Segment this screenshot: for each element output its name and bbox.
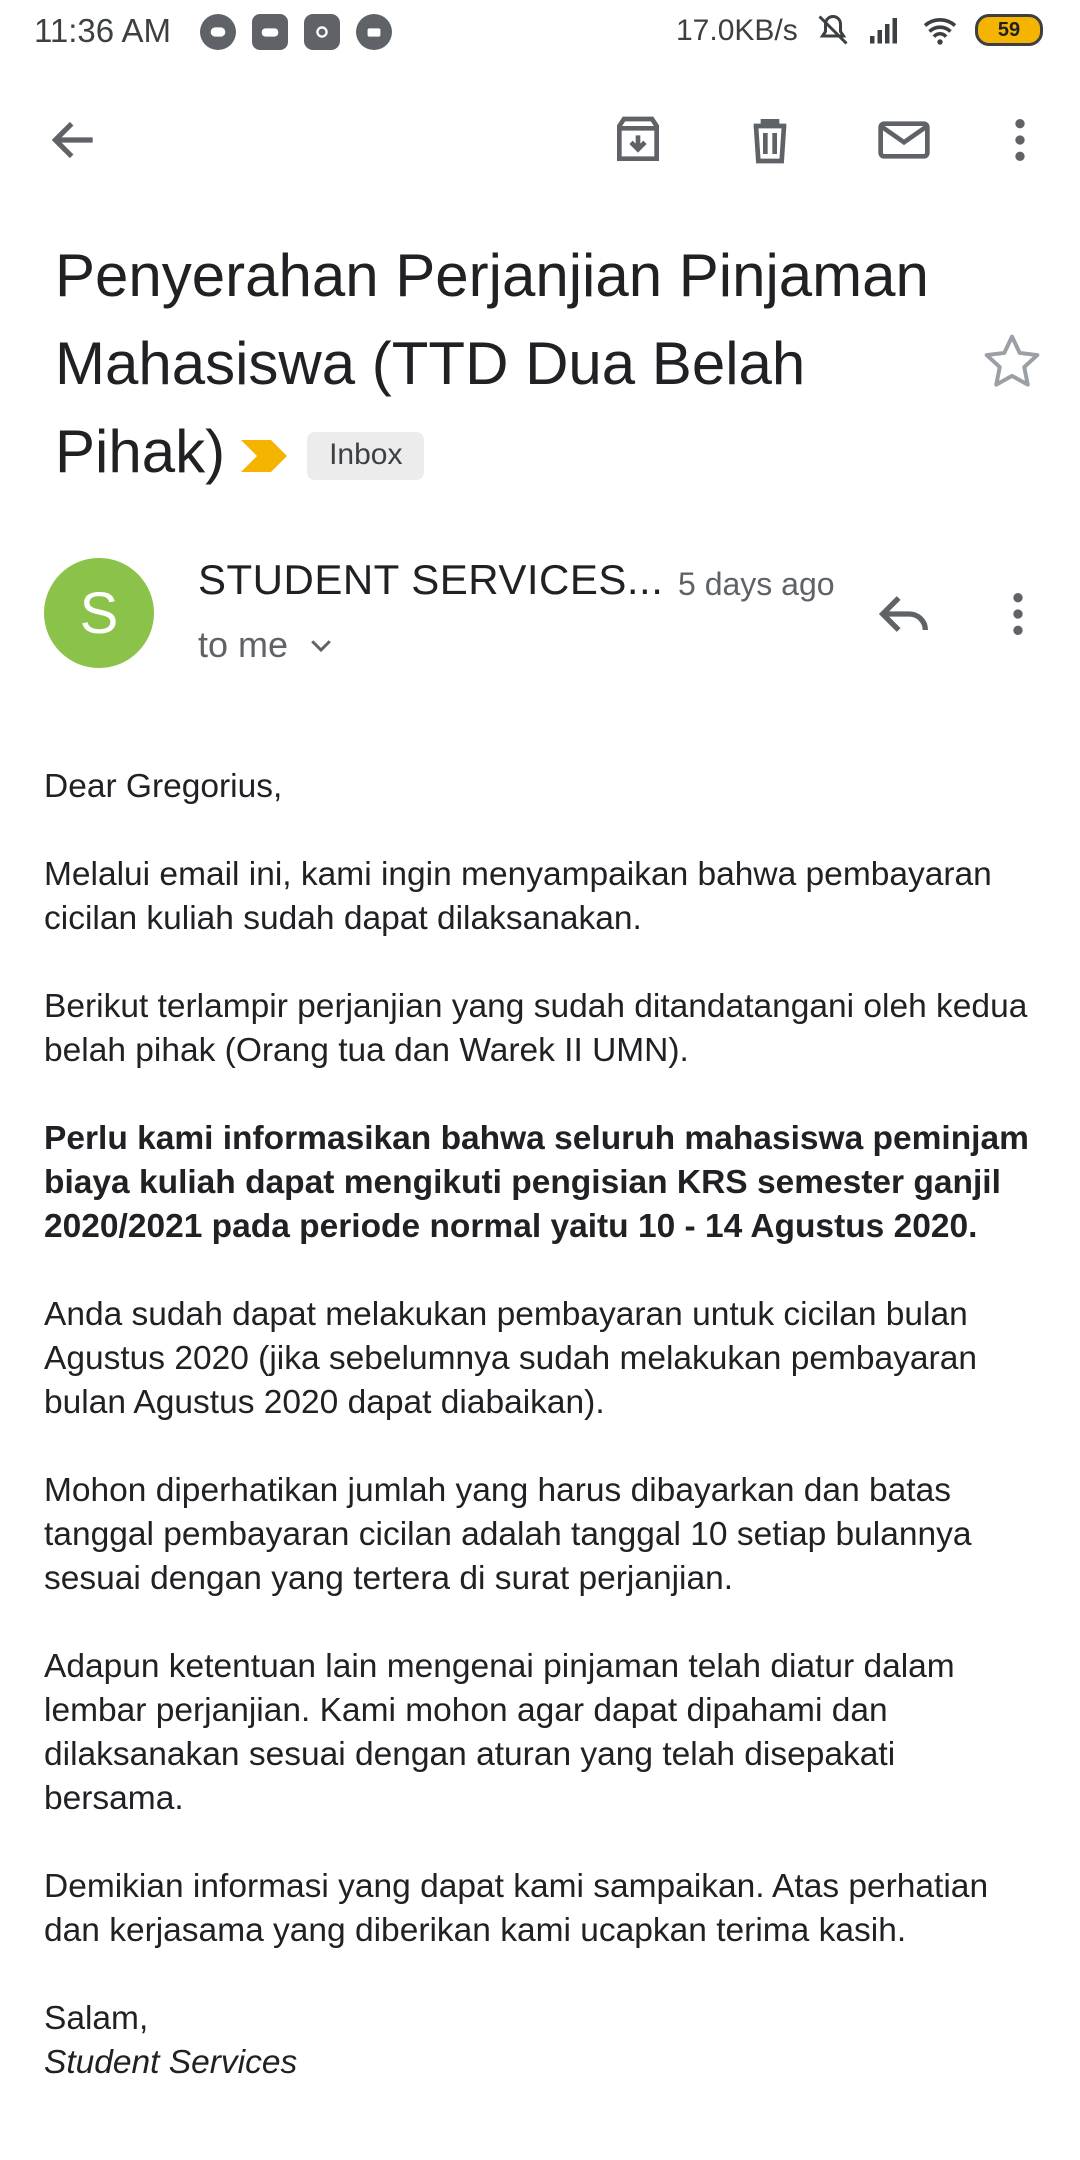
closing: Salam, Student Services (44, 1997, 1044, 2085)
body-paragraph-1: Melalui email ini, kami ingin menyampaik… (44, 856, 992, 937)
network-speed: 17.0KB/s (676, 14, 798, 47)
archive-icon (617, 116, 659, 161)
body-paragraph-6: Adapun ketentuan lain mengenai pinjaman … (44, 1648, 955, 1817)
body-paragraph-2: Berikut terlampir perjanjian yang sudah … (44, 988, 1028, 1069)
mark-unread-button[interactable] (872, 108, 936, 172)
recipient-details-toggle[interactable]: to me (198, 624, 336, 666)
reply-icon (878, 596, 928, 632)
signature: Student Services (44, 2044, 298, 2081)
wifi-icon (923, 18, 957, 45)
sender-name: STUDENT SERVICES... (198, 556, 664, 603)
battery-icon: 59 (975, 14, 1043, 46)
back-button[interactable] (42, 108, 106, 172)
chevron-down-icon (311, 640, 331, 653)
reply-button[interactable] (872, 582, 936, 646)
notification-icons (200, 14, 392, 50)
inbox-label-chip[interactable]: Inbox (307, 432, 425, 481)
important-marker-icon[interactable] (239, 436, 291, 476)
status-time: 11:36 AM (34, 12, 171, 49)
signal-icon (870, 18, 897, 44)
game-icon (252, 14, 288, 50)
body-paragraph-3: Perlu kami informasikan bahwa seluruh ma… (44, 1120, 1029, 1245)
status-bar: 11:36 AM 17.0KB/s 59 (0, 0, 1080, 66)
star-button[interactable] (980, 330, 1044, 394)
mute-icon (818, 14, 848, 45)
more-options-button[interactable] (988, 108, 1052, 172)
back-arrow-icon (51, 121, 93, 159)
greeting: Dear Gregorius, (44, 768, 283, 805)
delete-icon (753, 119, 787, 164)
instagram-icon (304, 14, 340, 50)
recipient-text: to me (198, 624, 289, 665)
closing-text: Salam, (44, 2000, 149, 2037)
email-subject: Penyerahan Perjanjian Pinjaman Mahasiswa… (55, 232, 955, 496)
system-icons: 59 (815, 12, 1043, 48)
delete-button[interactable] (738, 108, 802, 172)
body-paragraph-4: Anda sudah dapat melakukan pembayaran un… (44, 1296, 977, 1421)
body-paragraph-7: Demikian informasi yang dapat kami sampa… (44, 1868, 989, 1949)
subject-text: Penyerahan Perjanjian Pinjaman Mahasiswa… (55, 242, 929, 485)
message-more-button[interactable] (990, 582, 1046, 646)
star-icon (984, 334, 1040, 387)
toolbar (0, 90, 1080, 190)
chat-icon (356, 14, 392, 50)
email-time: 5 days ago (678, 566, 835, 602)
archive-button[interactable] (606, 108, 670, 172)
more-vert-icon (1013, 593, 1023, 635)
more-vert-icon (1015, 119, 1025, 161)
email-body: Dear Gregorius, Melalui email ini, kami … (44, 765, 1044, 2085)
body-paragraph-5: Mohon diperhatikan jumlah yang harus dib… (44, 1472, 972, 1597)
mark-unread-icon (878, 121, 930, 159)
line-icon (200, 14, 236, 50)
sender-avatar[interactable]: S (44, 558, 154, 668)
